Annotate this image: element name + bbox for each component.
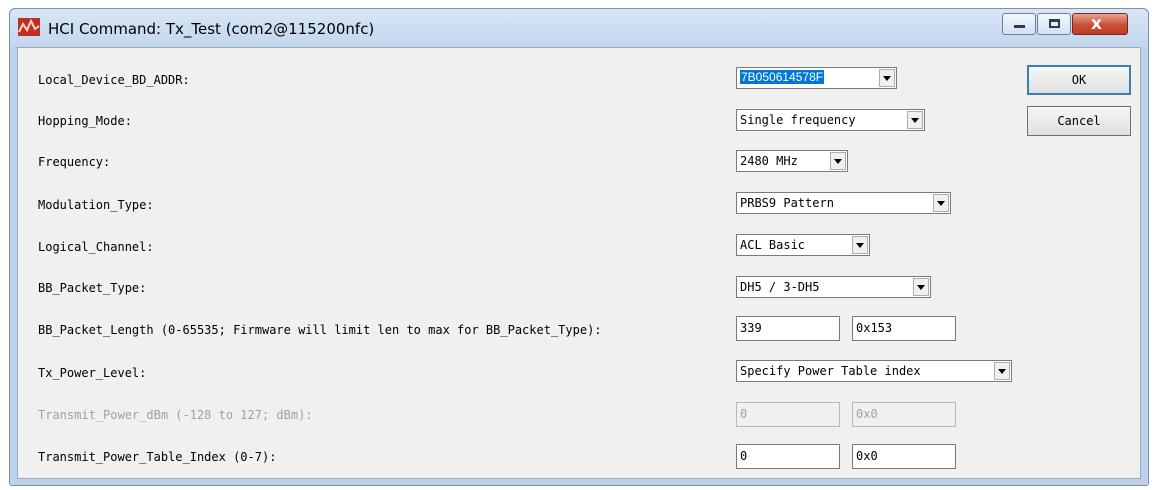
hopping-mode-value: Single frequency xyxy=(740,113,856,127)
transmit-power-table-index-hex-value: 0x0 xyxy=(856,449,878,463)
maximize-button[interactable] xyxy=(1037,13,1071,35)
transmit-power-dbm-hex-value: 0x0 xyxy=(856,407,878,421)
logical-channel-combo[interactable]: ACL Basic xyxy=(736,234,870,256)
bb-packet-length-hex-input[interactable]: 0x153 xyxy=(852,316,956,341)
transmit-power-table-index-value: 0 xyxy=(740,449,748,463)
bb-packet-length-hex-value: 0x153 xyxy=(856,321,893,335)
modulation-type-label: Modulation_Type: xyxy=(38,198,154,212)
transmit-power-dbm-label: Transmit_Power_dBm (-128 to 127; dBm): xyxy=(38,408,313,422)
local-device-bd-addr-label: Local_Device_BD_ADDR: xyxy=(38,73,190,87)
bb-packet-type-combo[interactable]: DH5 / 3-DH5 xyxy=(736,276,931,298)
chevron-down-icon[interactable] xyxy=(907,111,923,129)
window-title: HCI Command: Tx_Test (com2@115200nfc) xyxy=(48,20,375,38)
local-device-bd-addr-combo[interactable]: 7B050614578F xyxy=(736,67,897,89)
bb-packet-length-label: BB_Packet_Length (0-65535; Firmware will… xyxy=(38,323,602,337)
transmit-power-dbm-hex-input: 0x0 xyxy=(852,402,956,427)
minimize-icon xyxy=(1014,25,1025,28)
transmit-power-dbm-input: 0 xyxy=(736,402,840,427)
frequency-value: 2480 MHz xyxy=(740,154,798,168)
bb-packet-length-input[interactable]: 339 xyxy=(736,316,840,341)
modulation-type-value: PRBS9 Pattern xyxy=(740,196,834,210)
close-button[interactable]: x xyxy=(1072,13,1128,35)
hopping-mode-label: Hopping_Mode: xyxy=(38,114,132,128)
chevron-down-icon[interactable] xyxy=(879,69,895,87)
modulation-type-combo[interactable]: PRBS9 Pattern xyxy=(736,192,951,214)
frequency-label: Frequency: xyxy=(38,155,111,169)
title-bar[interactable]: HCI Command: Tx_Test (com2@115200nfc) x xyxy=(10,9,1148,47)
transmit-power-table-index-input[interactable]: 0 xyxy=(736,444,840,469)
logical-channel-label: Logical_Channel: xyxy=(38,240,154,254)
bb-packet-type-label: BB_Packet_Type: xyxy=(38,281,147,295)
chevron-down-icon[interactable] xyxy=(830,152,846,170)
bb-packet-length-value: 339 xyxy=(740,321,762,335)
cancel-button[interactable]: Cancel xyxy=(1027,106,1131,136)
minimize-button[interactable] xyxy=(1002,13,1036,35)
tx-power-level-combo[interactable]: Specify Power Table index xyxy=(736,360,1012,382)
frequency-combo[interactable]: 2480 MHz xyxy=(736,150,848,172)
chevron-down-icon[interactable] xyxy=(852,236,868,254)
close-icon: x xyxy=(1091,14,1102,34)
tx-power-level-label: Tx_Power_Level: xyxy=(38,366,147,380)
ok-button[interactable]: OK xyxy=(1027,65,1131,95)
transmit-power-table-index-hex-input[interactable]: 0x0 xyxy=(852,444,956,469)
maximize-icon xyxy=(1049,19,1060,28)
dialog-window: HCI Command: Tx_Test (com2@115200nfc) x … xyxy=(9,8,1149,486)
tx-power-level-value: Specify Power Table index xyxy=(740,364,921,378)
local-device-bd-addr-value: 7B050614578F xyxy=(740,70,825,84)
chevron-down-icon[interactable] xyxy=(913,278,929,296)
chevron-down-icon[interactable] xyxy=(933,194,949,212)
dialog-content: Local_Device_BD_ADDR: 7B050614578F Hoppi… xyxy=(17,47,1141,479)
transmit-power-dbm-value: 0 xyxy=(740,407,748,421)
transmit-power-table-index-label: Transmit_Power_Table_Index (0-7): xyxy=(38,450,277,464)
bb-packet-type-value: DH5 / 3-DH5 xyxy=(740,280,820,294)
chevron-down-icon[interactable] xyxy=(994,362,1010,380)
hopping-mode-combo[interactable]: Single frequency xyxy=(736,109,925,131)
red-chart-icon xyxy=(18,18,40,36)
logical-channel-value: ACL Basic xyxy=(740,238,806,252)
